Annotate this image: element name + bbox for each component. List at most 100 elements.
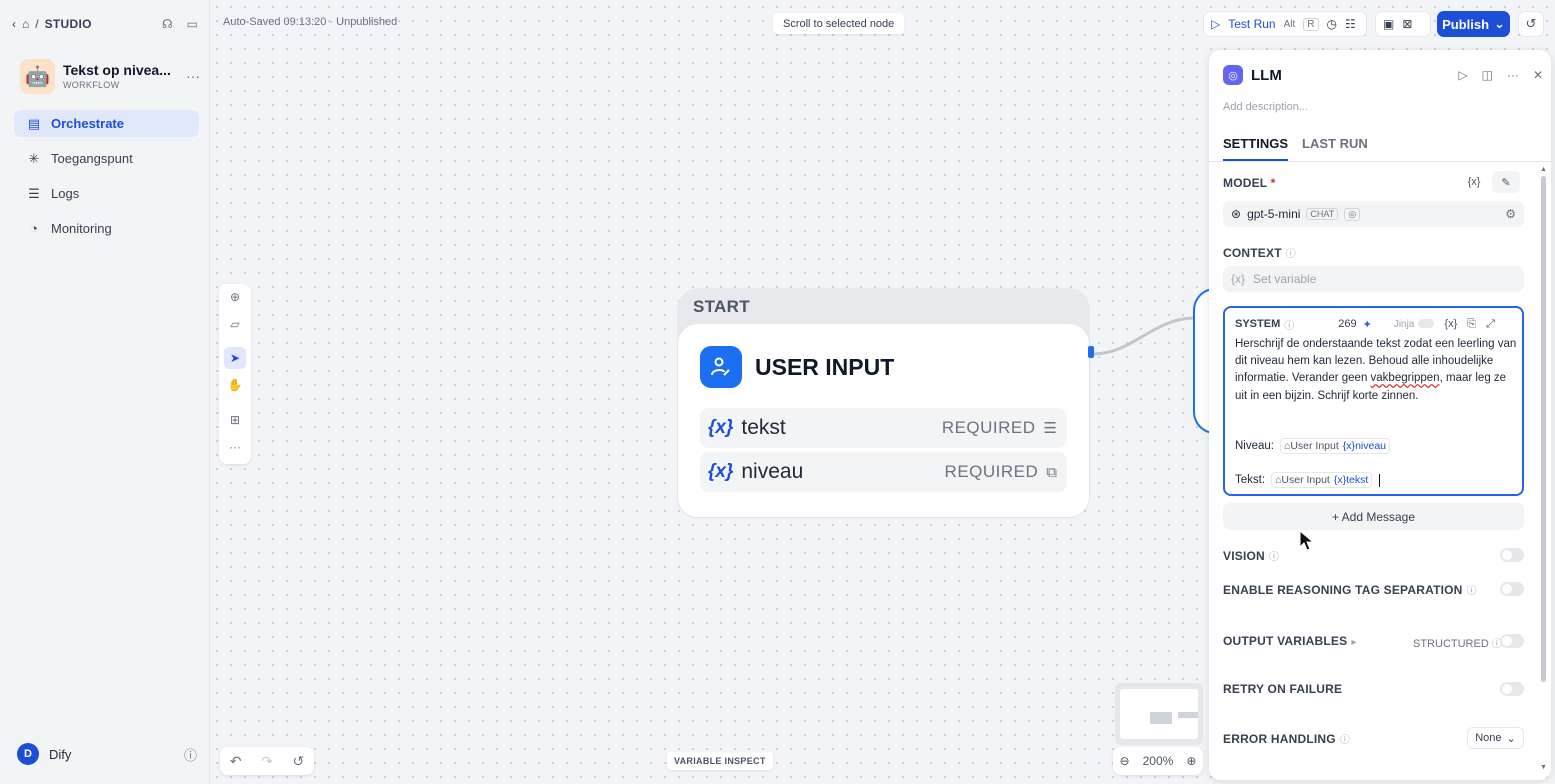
logs-icon: ☰ xyxy=(28,185,40,201)
more-icon[interactable]: ··· xyxy=(186,68,200,84)
sidebar-item-orchestrate[interactable]: ▤ Orchestrate xyxy=(14,110,199,137)
zoom-control: ⊖ 200% ⊕ xyxy=(1113,747,1203,775)
error-handling-label: ERROR HANDLING ⓘ xyxy=(1223,732,1351,746)
spark-icon: ✳ xyxy=(28,150,40,166)
help-icon: ⓘ xyxy=(1284,320,1295,332)
note-icon[interactable]: ▱ xyxy=(224,313,246,335)
add-node-icon[interactable]: ⊕ xyxy=(224,286,246,308)
scroll-down-icon[interactable]: ▼ xyxy=(1540,764,1547,771)
account[interactable]: D Dify ⓘ xyxy=(17,743,197,765)
publish-button[interactable]: Publish ⌄ xyxy=(1437,11,1510,37)
env-icon[interactable]: ▣ xyxy=(1383,17,1394,31)
gauge-icon: ◔ xyxy=(30,221,38,236)
panel-title: LLM xyxy=(1251,66,1282,84)
panel-toggle-icon[interactable]: ▭ xyxy=(187,17,198,31)
avatar: D xyxy=(17,743,39,765)
sidebar-item-toegangspunt[interactable]: ✳ Toegangspunt xyxy=(14,145,199,172)
description-input[interactable]: Add description... xyxy=(1223,101,1308,113)
tab-last-run[interactable]: LAST RUN xyxy=(1302,136,1368,161)
help-icon[interactable]: ⓘ xyxy=(184,745,197,764)
more-icon[interactable]: ··· xyxy=(1507,68,1519,82)
env-group: ▣ ⊠ xyxy=(1375,11,1431,37)
split-view-icon[interactable]: ◫ xyxy=(1482,68,1493,82)
tekst-line: Tekst: ⌂User Input {x}tekst xyxy=(1235,472,1381,488)
pointer-icon[interactable]: ➤ xyxy=(224,347,246,369)
scroll-up-icon[interactable]: ▲ xyxy=(1540,166,1547,173)
jinja-toggle[interactable] xyxy=(1418,319,1435,329)
tab-settings[interactable]: SETTINGS xyxy=(1223,136,1289,161)
history-icon[interactable]: ↺ xyxy=(292,753,304,770)
output-variables-label[interactable]: OUTPUT VARIABLES ▸ xyxy=(1223,634,1357,648)
sidebar-item-logs[interactable]: ☰ Logs xyxy=(14,180,199,207)
sparkle-icon[interactable]: ✦ xyxy=(1363,318,1372,331)
test-run-group: ▷ Test Run Alt R ◷ ☷ xyxy=(1203,11,1367,37)
app-card[interactable]: 🤖 Tekst op nivea... WORKFLOW ··· xyxy=(20,56,200,96)
back-icon[interactable]: ‹ xyxy=(12,17,16,31)
llm-icon: ◎ xyxy=(1223,65,1243,85)
play-icon: ▷ xyxy=(1211,17,1221,31)
app-name: Tekst op nivea... xyxy=(63,62,171,78)
user-name: Dify xyxy=(49,746,72,762)
add-message-button[interactable]: + Add Message xyxy=(1223,503,1524,530)
variable-inspect-button[interactable]: VARIABLE INSPECT xyxy=(667,752,773,770)
sidebar-item-monitoring[interactable]: ◔ Monitoring xyxy=(14,215,199,242)
redo-icon[interactable]: ↷ xyxy=(261,753,273,770)
studio-link[interactable]: STUDIO xyxy=(45,17,92,31)
mouse-cursor-icon xyxy=(1299,530,1315,551)
expand-icon[interactable]: ⤢ xyxy=(1486,318,1495,331)
sidebar-header: ‹ ⌂ / STUDIO ☊ ▭ xyxy=(12,17,198,31)
input-field-niveau[interactable]: {x} niveau REQUIRED ⧉ xyxy=(700,452,1067,492)
help-icon: ⓘ xyxy=(1285,249,1296,260)
retry-toggle[interactable] xyxy=(1500,682,1524,696)
history-toolbar: ↶ ↷ ↺ xyxy=(220,747,314,775)
vision-label: VISION ⓘ xyxy=(1223,549,1280,563)
input-field-tekst[interactable]: {x} tekst REQUIRED ☰ xyxy=(700,408,1067,448)
user-edit-icon xyxy=(700,346,742,388)
variable-icon: {x} xyxy=(708,417,734,438)
variable-icon[interactable]: {x} xyxy=(1460,171,1488,193)
reasoning-toggle[interactable] xyxy=(1500,582,1524,596)
variable-icon[interactable]: {x} xyxy=(1444,318,1457,330)
undo-icon[interactable]: ↶ xyxy=(230,753,242,770)
panel-scrollbar[interactable] xyxy=(1541,176,1546,682)
organize-icon[interactable]: ⊞ xyxy=(224,409,246,431)
context-label: CONTEXT ⓘ xyxy=(1223,246,1296,260)
close-icon[interactable]: ✕ xyxy=(1533,68,1543,82)
home-icon[interactable]: ⌂ xyxy=(22,17,29,31)
node-output-handle[interactable] xyxy=(1088,346,1094,358)
system-prompt-editor[interactable]: SYSTEM ⓘ 269 ✦ Jinja {x} ⎘ ⤢ Herschrijf … xyxy=(1223,306,1524,496)
zoom-level[interactable]: 200% xyxy=(1143,754,1174,768)
minimap[interactable] xyxy=(1115,683,1203,745)
structured-toggle[interactable] xyxy=(1500,634,1524,648)
retry-label: RETRY ON FAILURE xyxy=(1223,682,1343,696)
zoom-in-icon[interactable]: ⊕ xyxy=(1186,754,1196,768)
vision-toggle[interactable] xyxy=(1500,548,1524,562)
more-icon[interactable]: ··· xyxy=(224,436,246,458)
app-type: WORKFLOW xyxy=(63,80,120,90)
model-selector[interactable]: ⊛ gpt-5-mini CHAT ◎ ⚙ xyxy=(1223,201,1524,227)
run-icon[interactable]: ▷ xyxy=(1458,68,1467,82)
scroll-to-selected-button[interactable]: Scroll to selected node xyxy=(773,13,905,34)
help-icon: ⓘ xyxy=(1339,735,1351,746)
variable-icon: {x} xyxy=(1231,272,1246,286)
system-prompt-text[interactable]: Herschrijf de onderstaande tekst zodat e… xyxy=(1235,336,1517,405)
robot-icon: 🤖 xyxy=(20,58,55,94)
edit-icon[interactable]: ✎ xyxy=(1492,171,1520,193)
copy-icon[interactable]: ⎘ xyxy=(1467,318,1476,331)
variable-chip-tekst[interactable]: ⌂User Input {x}tekst xyxy=(1271,472,1373,488)
error-handling-select[interactable]: None ⌄ xyxy=(1467,727,1524,749)
zoom-out-icon[interactable]: ⊖ xyxy=(1120,754,1130,768)
headset-icon[interactable]: ☊ xyxy=(162,17,173,31)
clock-check-icon[interactable]: ◷ xyxy=(1327,17,1337,31)
settings-sliders-icon[interactable]: ⚙ xyxy=(1505,207,1516,221)
checklist-icon[interactable]: ☷ xyxy=(1345,17,1356,31)
version-history-icon[interactable]: ↺ xyxy=(1518,11,1544,37)
llm-settings-panel: ◎ LLM ▷ ◫ ··· ✕ Add description... SETTI… xyxy=(1209,50,1551,780)
start-node[interactable]: START USER INPUT {x} tekst REQUIRED ☰ {x… xyxy=(677,288,1090,518)
text-caret xyxy=(1379,473,1381,487)
variable-chip-niveau[interactable]: ⌂User Input {x}niveau xyxy=(1280,438,1391,454)
variable-icon[interactable]: ⊠ xyxy=(1402,17,1412,31)
context-variable-input[interactable]: {x} Set variable xyxy=(1223,266,1524,292)
test-run-button[interactable]: Test Run xyxy=(1228,17,1275,31)
hand-icon[interactable]: ✋ xyxy=(224,374,246,396)
